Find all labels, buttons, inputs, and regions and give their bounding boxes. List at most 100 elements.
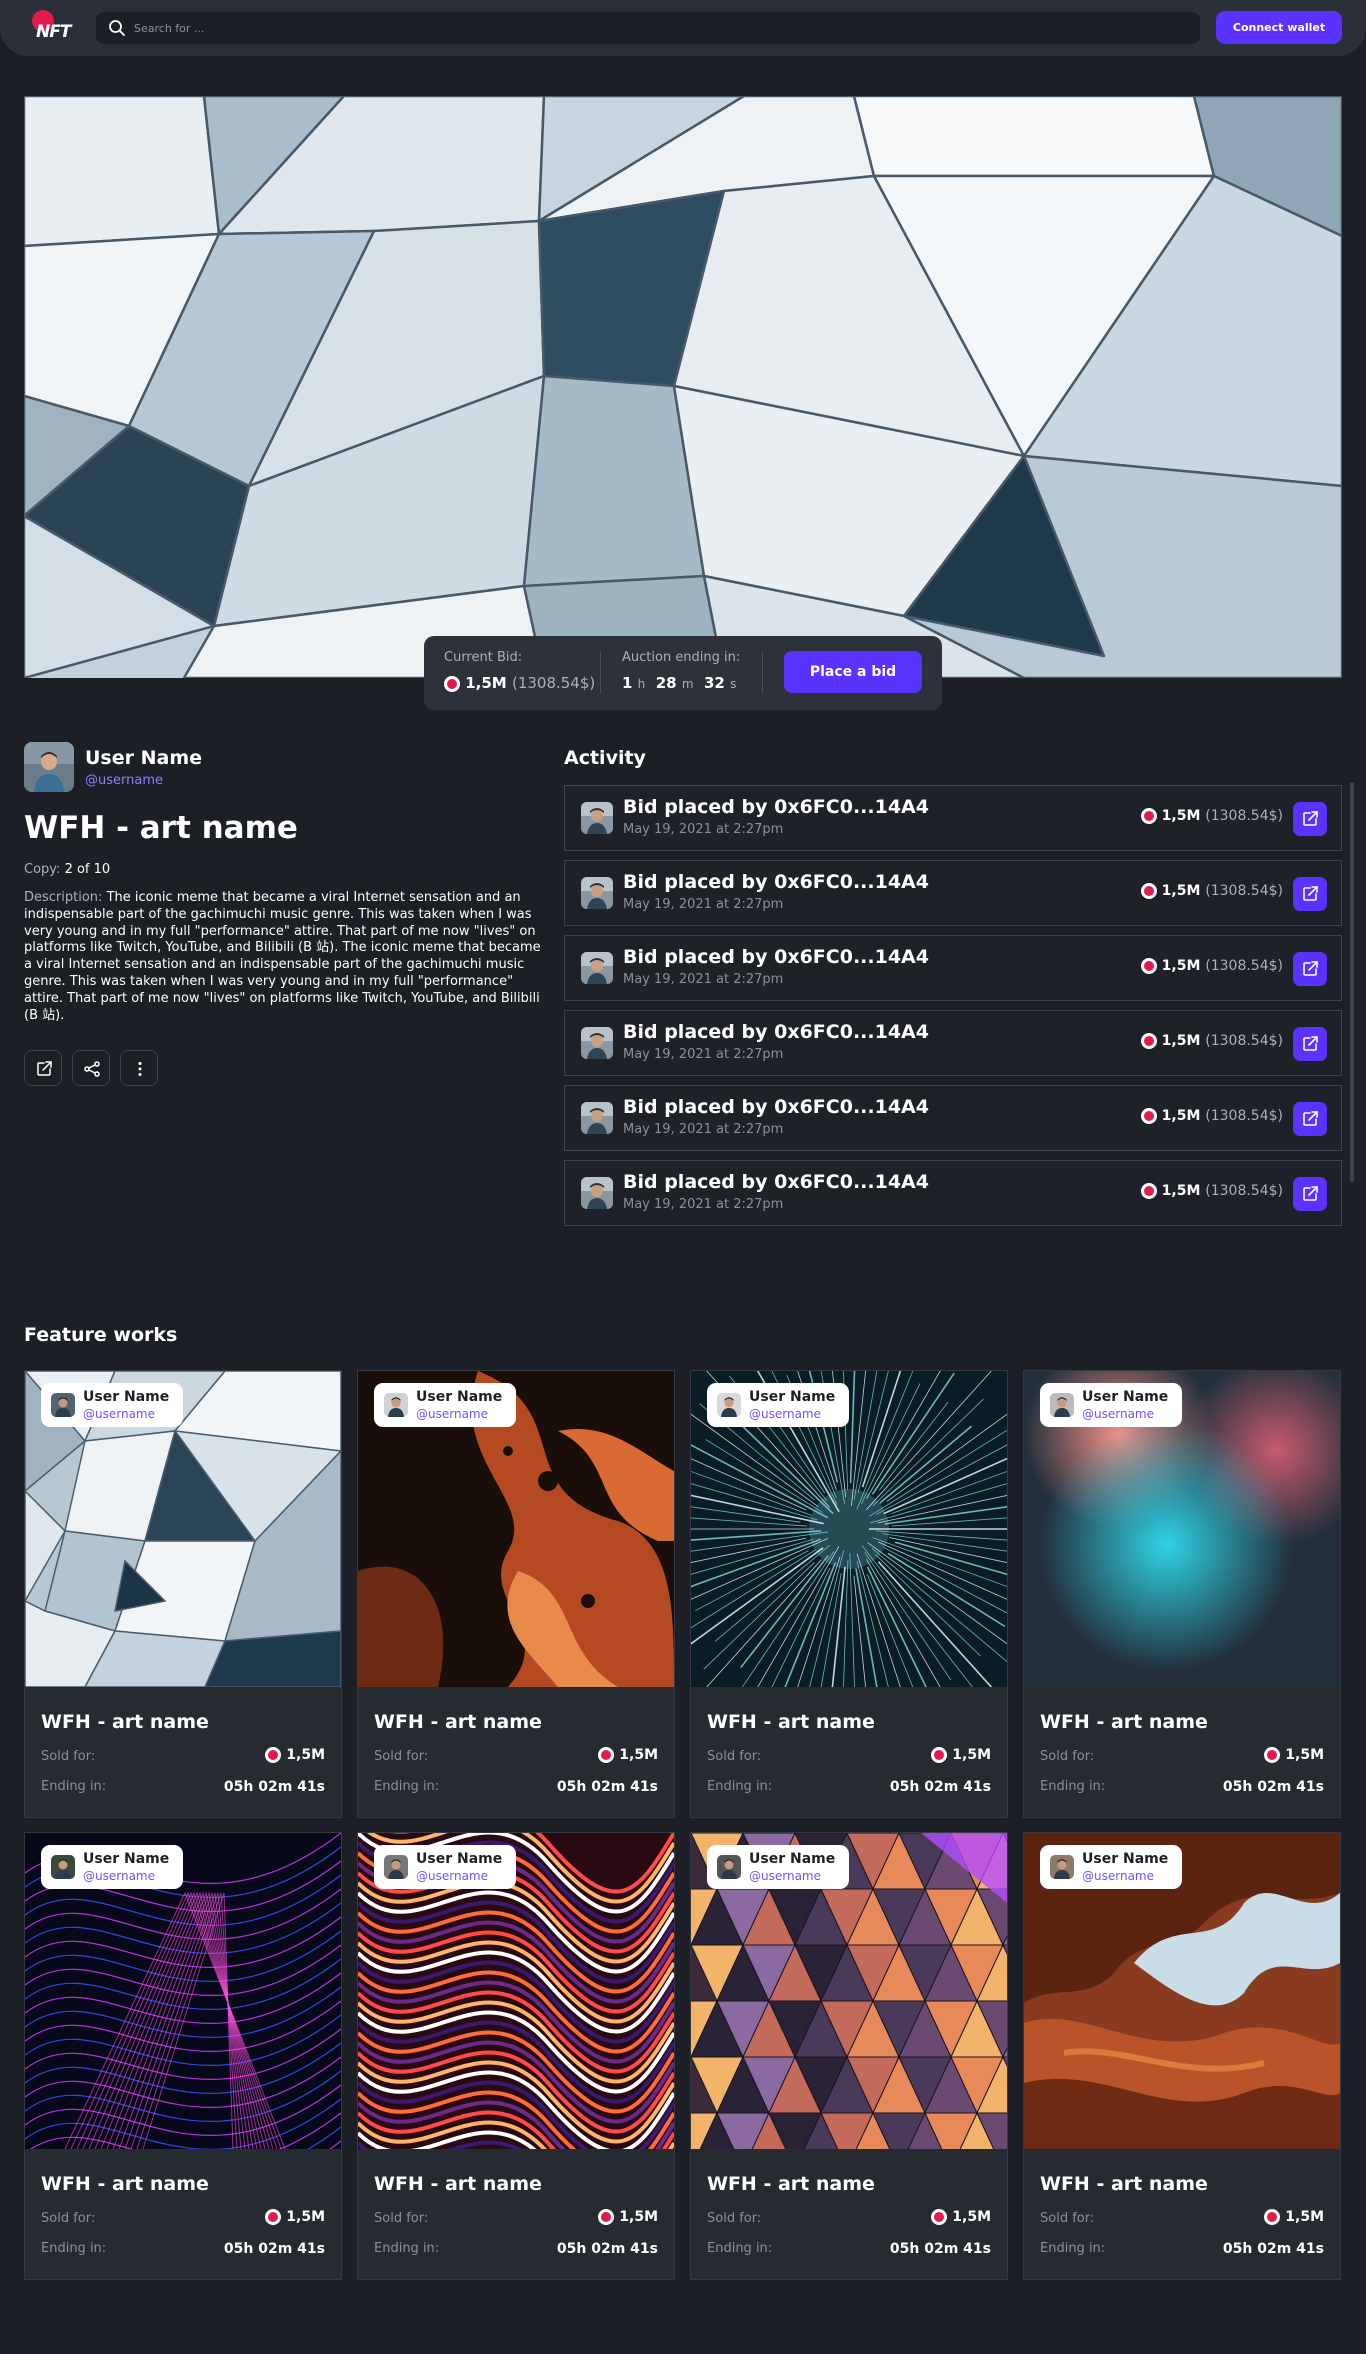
bidder-avatar <box>581 952 613 984</box>
creator-chip[interactable]: User Name @username User Name <box>374 1383 517 1427</box>
connect-wallet-button[interactable]: Connect wallet <box>1216 11 1342 44</box>
ending-in-value: 05h 02m 41s <box>889 1779 991 1795</box>
artwork-card[interactable]: User Name @username User Name WFH - art … <box>690 1832 1008 2280</box>
activity-title: Bid placed by 0x6FC0...14A4 <box>623 946 929 968</box>
avatar <box>717 1855 741 1879</box>
view-transaction-button[interactable] <box>1293 877 1327 911</box>
creator-chip[interactable]: User Name @username User Name <box>707 1383 850 1427</box>
activity-price: 1,5M (1308.54$) <box>1140 1033 1283 1049</box>
coin-icon <box>1140 808 1157 824</box>
artwork-card[interactable]: User Name @username User Name WFH - art … <box>690 1370 1008 1818</box>
artwork-card[interactable]: User Name @username User Name WFH - art … <box>1023 1370 1341 1818</box>
creator-handle: @username <box>749 1407 821 1421</box>
activity-scrollbar[interactable] <box>1350 782 1354 1182</box>
search-bar[interactable] <box>96 12 1200 44</box>
view-transaction-button[interactable] <box>1293 802 1327 836</box>
coin-icon <box>444 675 460 692</box>
creator-chip[interactable]: User Name @username User Name <box>707 1845 850 1889</box>
activity-item[interactable]: Bid placed by 0x6FC0...14A4 May 19, 2021… <box>564 935 1342 1001</box>
creator-chip[interactable]: User Name @username User Name <box>41 1383 184 1427</box>
ending-in-value: 05h 02m 41s <box>889 2241 991 2257</box>
activity-item[interactable]: Bid placed by 0x6FC0...14A4 May 19, 2021… <box>564 785 1342 851</box>
place-bid-button[interactable]: Place a bid <box>784 651 922 693</box>
bidder-avatar <box>581 802 613 834</box>
artwork-name: WFH - art name <box>1040 1711 1208 1733</box>
ending-in-label: Ending in: <box>374 2241 440 2256</box>
avatar <box>51 1855 75 1879</box>
activity-heading: Activity <box>564 747 646 769</box>
view-transaction-button[interactable] <box>1293 1102 1327 1136</box>
ending-in-value: 05h 02m 41s <box>223 2241 325 2257</box>
avatar[interactable] <box>24 742 74 792</box>
external-link-icon <box>37 1061 52 1076</box>
sold-for-value: 1,5M <box>1264 1747 1324 1763</box>
more-options-button[interactable] <box>120 1050 158 1086</box>
artwork-card[interactable]: User Name @username User Name WFH - art … <box>24 1832 342 2280</box>
ending-in-label: Ending in: <box>374 1779 440 1794</box>
ending-in-value: 05h 02m 41s <box>1222 1779 1324 1795</box>
creator-name: User Name <box>749 1851 836 1867</box>
artwork-card[interactable]: User Name @username User Name WFH - art … <box>24 1370 342 1818</box>
creator-handle: @username <box>749 1869 821 1883</box>
nft-logo[interactable]: NFT <box>28 8 74 48</box>
activity-item[interactable]: Bid placed by 0x6FC0...14A4 May 19, 2021… <box>564 860 1342 926</box>
external-link-icon <box>1303 811 1318 826</box>
creator-name[interactable]: User Name <box>85 747 202 769</box>
creator-chip[interactable]: User Name @username User Name <box>41 1845 184 1889</box>
activity-item[interactable]: Bid placed by 0x6FC0...14A4 May 19, 2021… <box>564 1160 1342 1226</box>
external-link-icon <box>1303 1186 1318 1201</box>
sold-for-value: 1,5M <box>265 1747 325 1763</box>
view-transaction-button[interactable] <box>1293 1027 1327 1061</box>
sold-for-value: 1,5M <box>598 1747 658 1763</box>
logo-text: NFT <box>36 22 71 42</box>
coin-icon <box>931 2209 948 2225</box>
artwork-card[interactable]: User Name @username User Name WFH - art … <box>357 1832 675 2280</box>
artwork-name: WFH - art name <box>374 2173 542 2195</box>
ending-in-value: 05h 02m 41s <box>556 1779 658 1795</box>
activity-title: Bid placed by 0x6FC0...14A4 <box>623 1021 929 1043</box>
activity-item[interactable]: Bid placed by 0x6FC0...14A4 May 19, 2021… <box>564 1010 1342 1076</box>
more-vertical-icon <box>138 1062 142 1076</box>
coin-icon <box>265 1747 282 1763</box>
activity-title: Bid placed by 0x6FC0...14A4 <box>623 796 929 818</box>
artwork-name: WFH - art name <box>374 1711 542 1733</box>
sold-for-label: Sold for: <box>41 1749 96 1764</box>
artwork-name: WFH - art name <box>707 1711 875 1733</box>
coin-icon <box>598 1747 615 1763</box>
creator-name: User Name <box>416 1389 503 1405</box>
avatar <box>384 1393 408 1417</box>
artwork-name: WFH - art name <box>41 1711 209 1733</box>
creator-handle: @username <box>83 1407 155 1421</box>
creator-handle[interactable]: @username <box>85 773 163 788</box>
activity-date: May 19, 2021 at 2:27pm <box>623 972 784 987</box>
creator-name: User Name <box>83 1389 170 1405</box>
creator-name: User Name <box>416 1851 503 1867</box>
creator-name: User Name <box>1082 1389 1169 1405</box>
share-button[interactable] <box>72 1050 110 1086</box>
view-transaction-button[interactable] <box>1293 952 1327 986</box>
creator-chip[interactable]: User Name @username User Name <box>374 1845 517 1889</box>
creator-handle: @username <box>83 1869 155 1883</box>
creator-chip[interactable]: User Name @username User Name <box>1040 1383 1183 1427</box>
sold-for-value: 1,5M <box>931 1747 991 1763</box>
search-input[interactable] <box>134 12 1184 44</box>
artwork-card[interactable]: User Name @username User Name WFH - art … <box>357 1370 675 1818</box>
copy-info: Copy: 2 of 10 <box>24 862 111 877</box>
bidder-avatar <box>581 1027 613 1059</box>
artwork-card[interactable]: User Name @username User Name WFH - art … <box>1023 1832 1341 2280</box>
sold-for-value: 1,5M <box>598 2209 658 2225</box>
sold-for-label: Sold for: <box>1040 1749 1095 1764</box>
activity-date: May 19, 2021 at 2:27pm <box>623 1122 784 1137</box>
avatar <box>51 1393 75 1417</box>
auction-countdown: 1 h 28 m 32 s <box>622 674 737 692</box>
creator-chip[interactable]: User Name @username User Name <box>1040 1845 1183 1889</box>
activity-price: 1,5M (1308.54$) <box>1140 808 1283 824</box>
artwork-name: WFH - art name <box>41 2173 209 2195</box>
activity-price: 1,5M (1308.54$) <box>1140 883 1283 899</box>
ending-in-value: 05h 02m 41s <box>556 2241 658 2257</box>
activity-item[interactable]: Bid placed by 0x6FC0...14A4 May 19, 2021… <box>564 1085 1342 1151</box>
activity-price: 1,5M (1308.54$) <box>1140 958 1283 974</box>
external-link-icon <box>1303 1036 1318 1051</box>
view-transaction-button[interactable] <box>1293 1177 1327 1211</box>
open-external-button[interactable] <box>24 1050 62 1086</box>
